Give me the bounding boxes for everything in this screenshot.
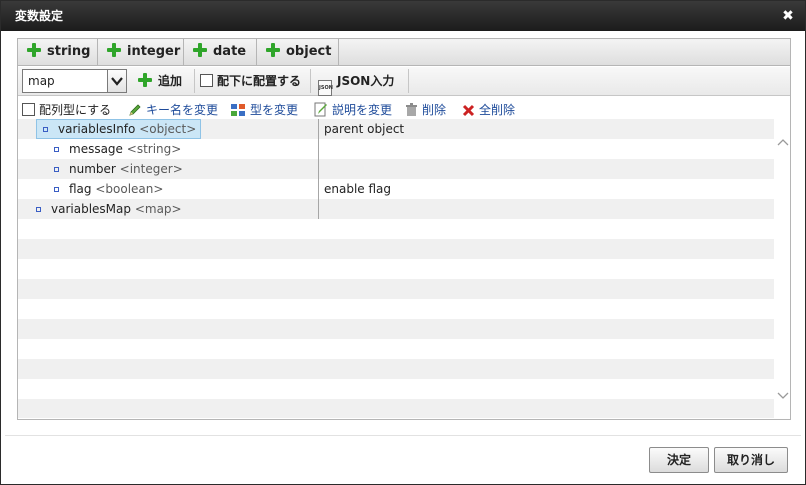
add-date-button[interactable]: date [184,39,257,65]
change-description-label: 説明を変更 [332,103,393,117]
ok-button[interactable]: 決定 [649,447,709,473]
node-bullet-icon [43,127,48,132]
node-description: parent object [324,122,405,136]
delete-button[interactable]: 削除 [405,101,446,119]
footer-divider [5,435,801,436]
node-action-bar: 配列型にする キー名を変更 型を変更 説明を変更 削除 全削除 [17,101,791,119]
change-type-button[interactable]: 型を変更 [230,101,298,119]
change-type-label: 型を変更 [250,103,299,117]
tree-row[interactable]: flag <boolean> enable flag [18,179,774,199]
delete-all-label: 全削除 [479,103,516,117]
add-toolbar: map 追加 配下に配置する JSON JSON入力 [18,67,790,96]
plus-icon [193,43,207,57]
edit-document-icon [314,102,327,117]
node-bullet-icon [54,167,59,172]
empty-row [18,319,774,339]
add-button-label: 追加 [158,74,183,88]
node-name: flag [69,182,92,196]
add-date-label: date [213,44,247,59]
checkbox-icon[interactable] [22,103,35,116]
scroll-down-icon[interactable] [775,388,791,404]
toolbar-divider [194,69,195,93]
empty-row [18,239,774,259]
empty-row [18,359,774,379]
array-type-label: 配列型にする [39,103,112,117]
change-description-button[interactable]: 説明を変更 [314,101,392,119]
empty-row [18,379,774,399]
array-type-checkbox[interactable]: 配列型にする [22,101,111,119]
add-string-label: string [47,44,91,59]
node-bullet-icon [54,187,59,192]
empty-row [18,259,774,279]
empty-row [18,299,774,319]
place-under-checkbox[interactable]: 配下に配置する [200,67,301,95]
node-name: variablesInfo [58,122,136,136]
chevron-down-icon[interactable] [107,70,126,92]
delete-all-button[interactable]: 全削除 [462,101,515,119]
node-name: message [69,142,123,156]
rename-key-label: キー名を変更 [146,103,219,117]
column-divider [318,119,319,219]
type-select-value: map [28,74,55,88]
tree-row[interactable]: variablesInfo <object> parent object [18,119,774,139]
rename-key-button[interactable]: キー名を変更 [128,101,218,119]
empty-row [18,399,774,418]
empty-row [18,339,774,359]
add-object-label: object [286,44,332,59]
tree-node[interactable]: variablesInfo <object> [36,119,202,139]
tree-node[interactable]: number <integer> [54,159,183,179]
node-name: variablesMap [51,202,131,216]
toolbar-divider [408,69,409,93]
node-type: <map> [134,202,182,216]
close-icon[interactable]: ✖ [781,1,795,31]
node-description: enable flag [324,182,392,196]
variable-settings-dialog: 変数設定 ✖ string integer date object map 追加… [0,0,806,485]
node-bullet-icon [36,207,41,212]
json-input-button[interactable]: JSON JSON入力 [318,67,395,96]
place-under-label: 配下に配置する [217,74,302,88]
tree-row[interactable]: message <string> [18,139,774,159]
add-button[interactable]: 追加 [138,67,182,95]
node-type: <integer> [119,162,183,176]
add-string-button[interactable]: string [18,39,98,65]
cancel-button[interactable]: 取り消し [714,447,788,473]
empty-row [18,279,774,299]
checkbox-icon[interactable] [200,74,213,87]
scroll-up-icon[interactable] [775,134,791,150]
plus-icon [27,43,41,57]
dialog-titlebar: 変数設定 ✖ [1,1,805,31]
node-name: number [69,162,116,176]
trash-icon [406,103,417,116]
node-type: <object> [139,122,197,136]
add-integer-button[interactable]: integer [98,39,184,65]
json-file-icon: JSON [318,80,333,96]
dialog-title: 変数設定 [15,9,64,23]
node-type: <boolean> [95,182,164,196]
red-x-icon [462,104,475,117]
swap-type-icon [231,104,245,116]
plus-icon [266,43,280,57]
pencil-icon [129,104,141,116]
delete-label: 削除 [422,103,447,117]
type-button-bar: string integer date object [18,39,790,66]
toolbar-divider [310,69,311,93]
add-integer-label: integer [127,44,181,59]
json-input-label: JSON入力 [337,74,395,88]
tree-node[interactable]: message <string> [54,139,181,159]
node-bullet-icon [54,147,59,152]
add-object-button[interactable]: object [257,39,339,65]
tree-row[interactable]: variablesMap <map> [18,199,774,219]
tree-row[interactable]: number <integer> [18,159,774,179]
type-select[interactable]: map [22,69,127,93]
variable-tree: variablesMap <map> flag <boolean> enable f… [18,119,774,418]
tree-node[interactable]: variablesMap <map> [36,199,182,219]
plus-icon [107,43,121,57]
node-type: <string> [126,142,182,156]
empty-row [18,219,774,239]
tree-node[interactable]: flag <boolean> [54,179,163,199]
plus-icon [138,73,152,87]
